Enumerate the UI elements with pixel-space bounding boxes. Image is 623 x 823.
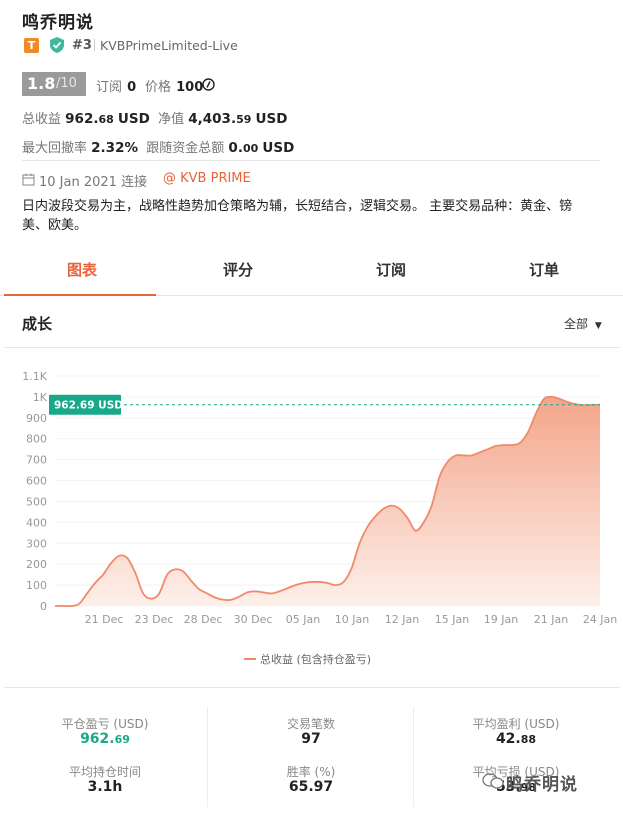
x-tick-label: 15 Jan (435, 613, 469, 626)
score-badge: 1.8 /10 (22, 72, 86, 96)
page-title: 鸣乔明说 (22, 13, 94, 33)
account-name: KVBPrimeLimited-Live (100, 38, 238, 53)
coin-icon (202, 78, 215, 91)
stat-label: 胜率 (%) (286, 765, 336, 779)
total-profit-unit: USD (117, 111, 150, 127)
x-tick-label: 30 Dec (234, 613, 273, 626)
stat-label: 交易笔数 (286, 717, 335, 731)
y-tick-label: 700 (26, 454, 47, 467)
total-profit-label: 总收益 (22, 112, 62, 127)
divider (413, 707, 414, 807)
y-tick-label: 400 (26, 516, 47, 529)
tab-bar: 图表 评分 订阅 订单 (0, 250, 623, 296)
follow-total-value: 0. (228, 140, 243, 156)
stat-label: 平均持仓时间 (68, 765, 141, 779)
wechat-icon (482, 773, 504, 789)
rank-label: #3 (72, 38, 92, 53)
y-tick-label: 100 (26, 579, 47, 592)
score-max: /10 (56, 76, 77, 91)
subscription-count: 订阅 0 (96, 76, 136, 95)
y-tick-label: 200 (26, 558, 47, 571)
subscription-value: 0 (127, 80, 137, 95)
stat-value-main: 3.1h (87, 779, 123, 795)
tab-subscribe[interactable]: 订阅 (313, 250, 469, 296)
follow-total-decimal: 00 (242, 142, 259, 155)
current-value-label: 962.69 USD (54, 400, 123, 412)
strategy-description: 日内波段交易为主，战略性趋势加仓策略为辅，长短结合，逻辑交易。 主要交易品种：黄… (22, 199, 573, 233)
max-drawdown-label: 最大回撤率 (22, 141, 88, 156)
x-tick-label: 19 Jan (484, 613, 518, 626)
total-profit-decimal: 68 (98, 113, 114, 126)
legend-swatch (244, 658, 256, 660)
caret-down-icon: ▼ (594, 321, 602, 331)
legend-label[interactable]: 总收益 (包含持仓盈亏) (260, 651, 371, 667)
broker-link[interactable]: @ KVB PRIME (163, 171, 251, 186)
net-value-label: 净值 (158, 112, 185, 127)
period-dropdown[interactable]: 全部 ▼ (564, 315, 602, 332)
divider (207, 707, 208, 807)
net-value-unit: USD (255, 111, 288, 127)
price-value: 100 (176, 80, 204, 95)
divider (94, 39, 95, 51)
tab-chart[interactable]: 图表 (4, 250, 160, 296)
verified-shield-icon (50, 37, 64, 53)
y-tick-label: 800 (26, 433, 47, 446)
net-value-decimal: 59 (236, 113, 252, 126)
follow-total-label: 跟随资金总额 (146, 141, 225, 156)
follow-total-unit: USD (262, 140, 295, 156)
y-tick-label: 500 (26, 495, 47, 508)
watermark: 鸣乔明说 (506, 775, 578, 795)
y-tick-label: 600 (26, 475, 47, 488)
stat-label: 平仓盈亏 (USD) (61, 717, 149, 731)
x-tick-label: 28 Dec (184, 613, 223, 626)
y-tick-label: 300 (26, 537, 47, 550)
y-tick-label: 1.1K (22, 370, 47, 383)
total-profit-row: 总收益 962.68 USD 净值 4,403.59 USD (22, 108, 287, 127)
stat-value-main: 42. (495, 731, 521, 747)
stat-value: 97 (231, 731, 391, 747)
stat-value: 42.88 (436, 731, 596, 747)
divider (4, 687, 620, 688)
connect-date: 10 Jan 2021 连接 (39, 175, 148, 190)
max-drawdown-value: 2.32% (91, 140, 138, 156)
drawdown-row: 最大回撤率 2.32% 跟随资金总额 0.00 USD (22, 137, 294, 156)
price-info: 价格 100 (145, 76, 203, 95)
active-tab-indicator (4, 294, 156, 296)
tab-orders[interactable]: 订单 (466, 250, 622, 296)
chart-section-title: 成长 (22, 315, 53, 333)
stat-label: 平均盈利 (USD) (472, 717, 560, 731)
period-value: 全部 (564, 317, 589, 331)
stat-value-main: 65.97 (288, 779, 334, 795)
stat-value: 3.1h (25, 779, 185, 795)
price-label: 价格 (145, 80, 172, 95)
stat-value-decimal: 88 (520, 733, 537, 746)
score-value: 1.8 (27, 74, 56, 93)
calendar-icon (22, 173, 35, 186)
stat-value-main: 97 (301, 731, 321, 747)
x-tick-label: 21 Dec (85, 613, 124, 626)
divider (22, 160, 600, 161)
stat-value: 962.69 (25, 731, 185, 747)
growth-chart: 0 100 200 300 400 500 600 700 800 900 1K 1.1K 21 De… (22, 370, 617, 626)
total-profit-value: 962. (65, 111, 99, 127)
stat-value-main: 962. (80, 731, 115, 747)
tab-rating[interactable]: 评分 (160, 250, 316, 296)
net-value-value: 4,403. (188, 111, 237, 127)
x-tick-label: 12 Jan (385, 613, 419, 626)
y-tick-label: 0 (40, 600, 47, 613)
x-tick-label: 21 Jan (534, 613, 568, 626)
x-tick-label: 05 Jan (286, 613, 320, 626)
stat-value-decimal: 69 (114, 733, 130, 746)
stat-value: 65.97 (231, 779, 391, 795)
divider (4, 347, 620, 348)
y-tick-label: 1K (33, 391, 48, 404)
x-tick-label: 10 Jan (335, 613, 369, 626)
y-tick-label: 900 (26, 412, 47, 425)
subscription-label: 订阅 (96, 80, 123, 95)
trader-level-badge: T (24, 38, 39, 53)
x-tick-label: 23 Dec (135, 613, 174, 626)
x-tick-label: 24 Jan (583, 613, 617, 626)
